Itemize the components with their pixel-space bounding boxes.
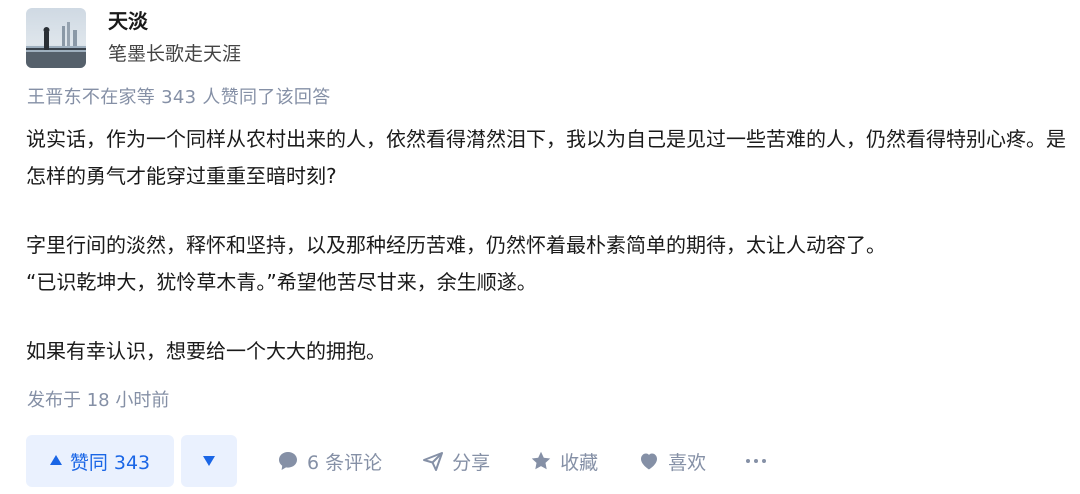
comment-icon [277,450,299,472]
more-dots-icon [746,459,767,463]
more-button[interactable] [746,435,767,487]
share-button[interactable]: 分享 [422,435,490,487]
upvote-icon [49,455,62,465]
downvote-icon [203,456,215,466]
action-bar: 赞同 343 6 条评论 分享 收藏 喜欢 [26,435,767,487]
star-icon [530,450,552,472]
published-time[interactable]: 发布于 18 小时前 [27,389,169,413]
upvote-button[interactable]: 赞同 343 [26,435,174,487]
answer-paragraph: 说实话，作为一个同样从农村出来的人，依然看得潸然泪下，我以为自己是见过一些苦难的… [26,127,1066,188]
share-icon [422,450,444,472]
favorite-label: 收藏 [560,451,599,474]
avatar[interactable] [26,8,86,68]
downvote-button[interactable] [181,435,237,487]
share-label: 分享 [452,451,491,474]
answer-paragraph: 字里行间的淡然，释怀和坚持，以及那种经历苦难，仍然怀着最朴素简单的期待，太让人动… [26,233,886,294]
comment-button[interactable]: 6 条评论 [277,435,382,487]
upvote-label: 赞同 343 [69,451,151,474]
author-header: 天淡 笔墨长歌走天涯 [26,8,241,68]
author-headline: 笔墨长歌走天涯 [108,43,242,65]
answer-content: 说实话，作为一个同样从农村出来的人，依然看得潸然泪下，我以为自己是见过一些苦难的… [26,121,1066,370]
vote-notice[interactable]: 王晋东不在家等 343 人赞同了该回答 [27,86,331,110]
comment-label: 6 条评论 [307,451,383,474]
favorite-button[interactable]: 收藏 [530,435,598,487]
like-button[interactable]: 喜欢 [638,435,706,487]
heart-icon [638,450,660,472]
like-label: 喜欢 [668,451,707,474]
author-name[interactable]: 天淡 [108,8,241,34]
answer-paragraph: 如果有幸认识，想要给一个大大的拥抱。 [26,339,386,363]
